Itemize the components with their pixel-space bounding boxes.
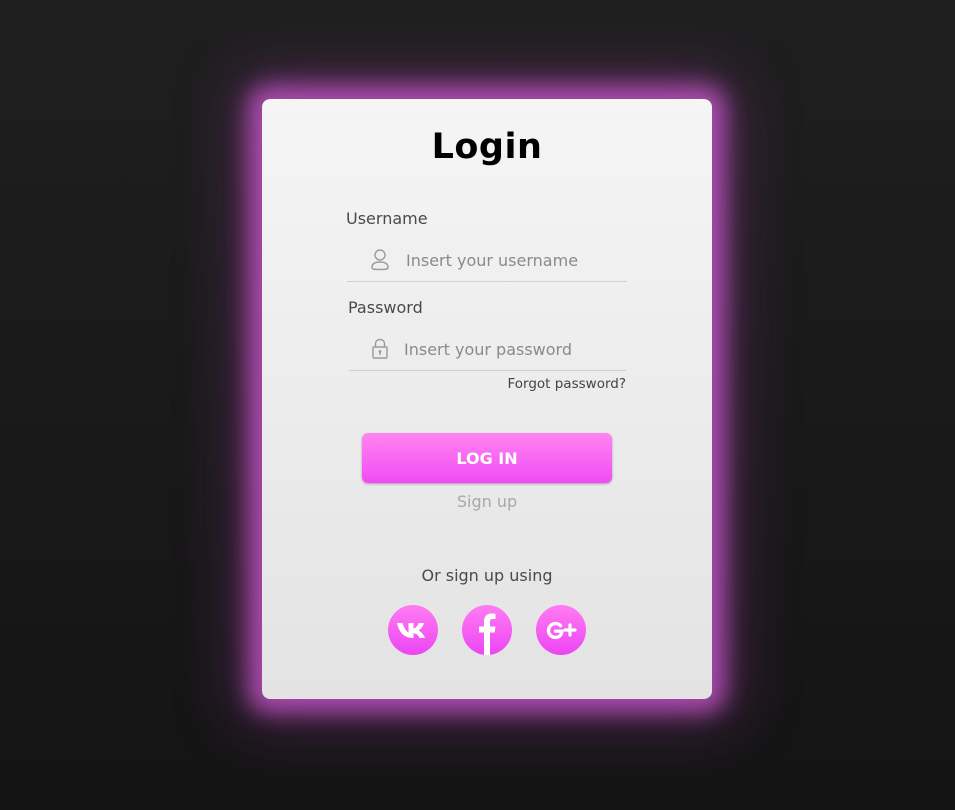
password-field	[349, 330, 626, 371]
username-input[interactable]	[406, 249, 621, 271]
username-field	[347, 241, 627, 282]
vk-icon	[397, 623, 425, 638]
lock-icon	[369, 336, 391, 362]
forgot-password-link[interactable]: Forgot password?	[462, 376, 626, 392]
google-plus-button[interactable]	[536, 605, 586, 655]
google-plus-icon	[546, 621, 577, 640]
facebook-icon	[479, 613, 496, 655]
login-button[interactable]: LOG IN	[362, 433, 612, 483]
username-label: Username	[346, 209, 428, 228]
login-title: Login	[431, 127, 543, 167]
facebook-button[interactable]	[462, 605, 512, 655]
password-label: Password	[348, 298, 423, 317]
vk-button[interactable]	[388, 605, 438, 655]
login-card: Login Username Password Forgot password?…	[262, 99, 712, 699]
password-input[interactable]	[404, 338, 619, 360]
sign-up-link[interactable]: Sign up	[262, 492, 712, 511]
user-icon	[369, 247, 391, 273]
social-caption: Or sign up using	[421, 566, 553, 585]
